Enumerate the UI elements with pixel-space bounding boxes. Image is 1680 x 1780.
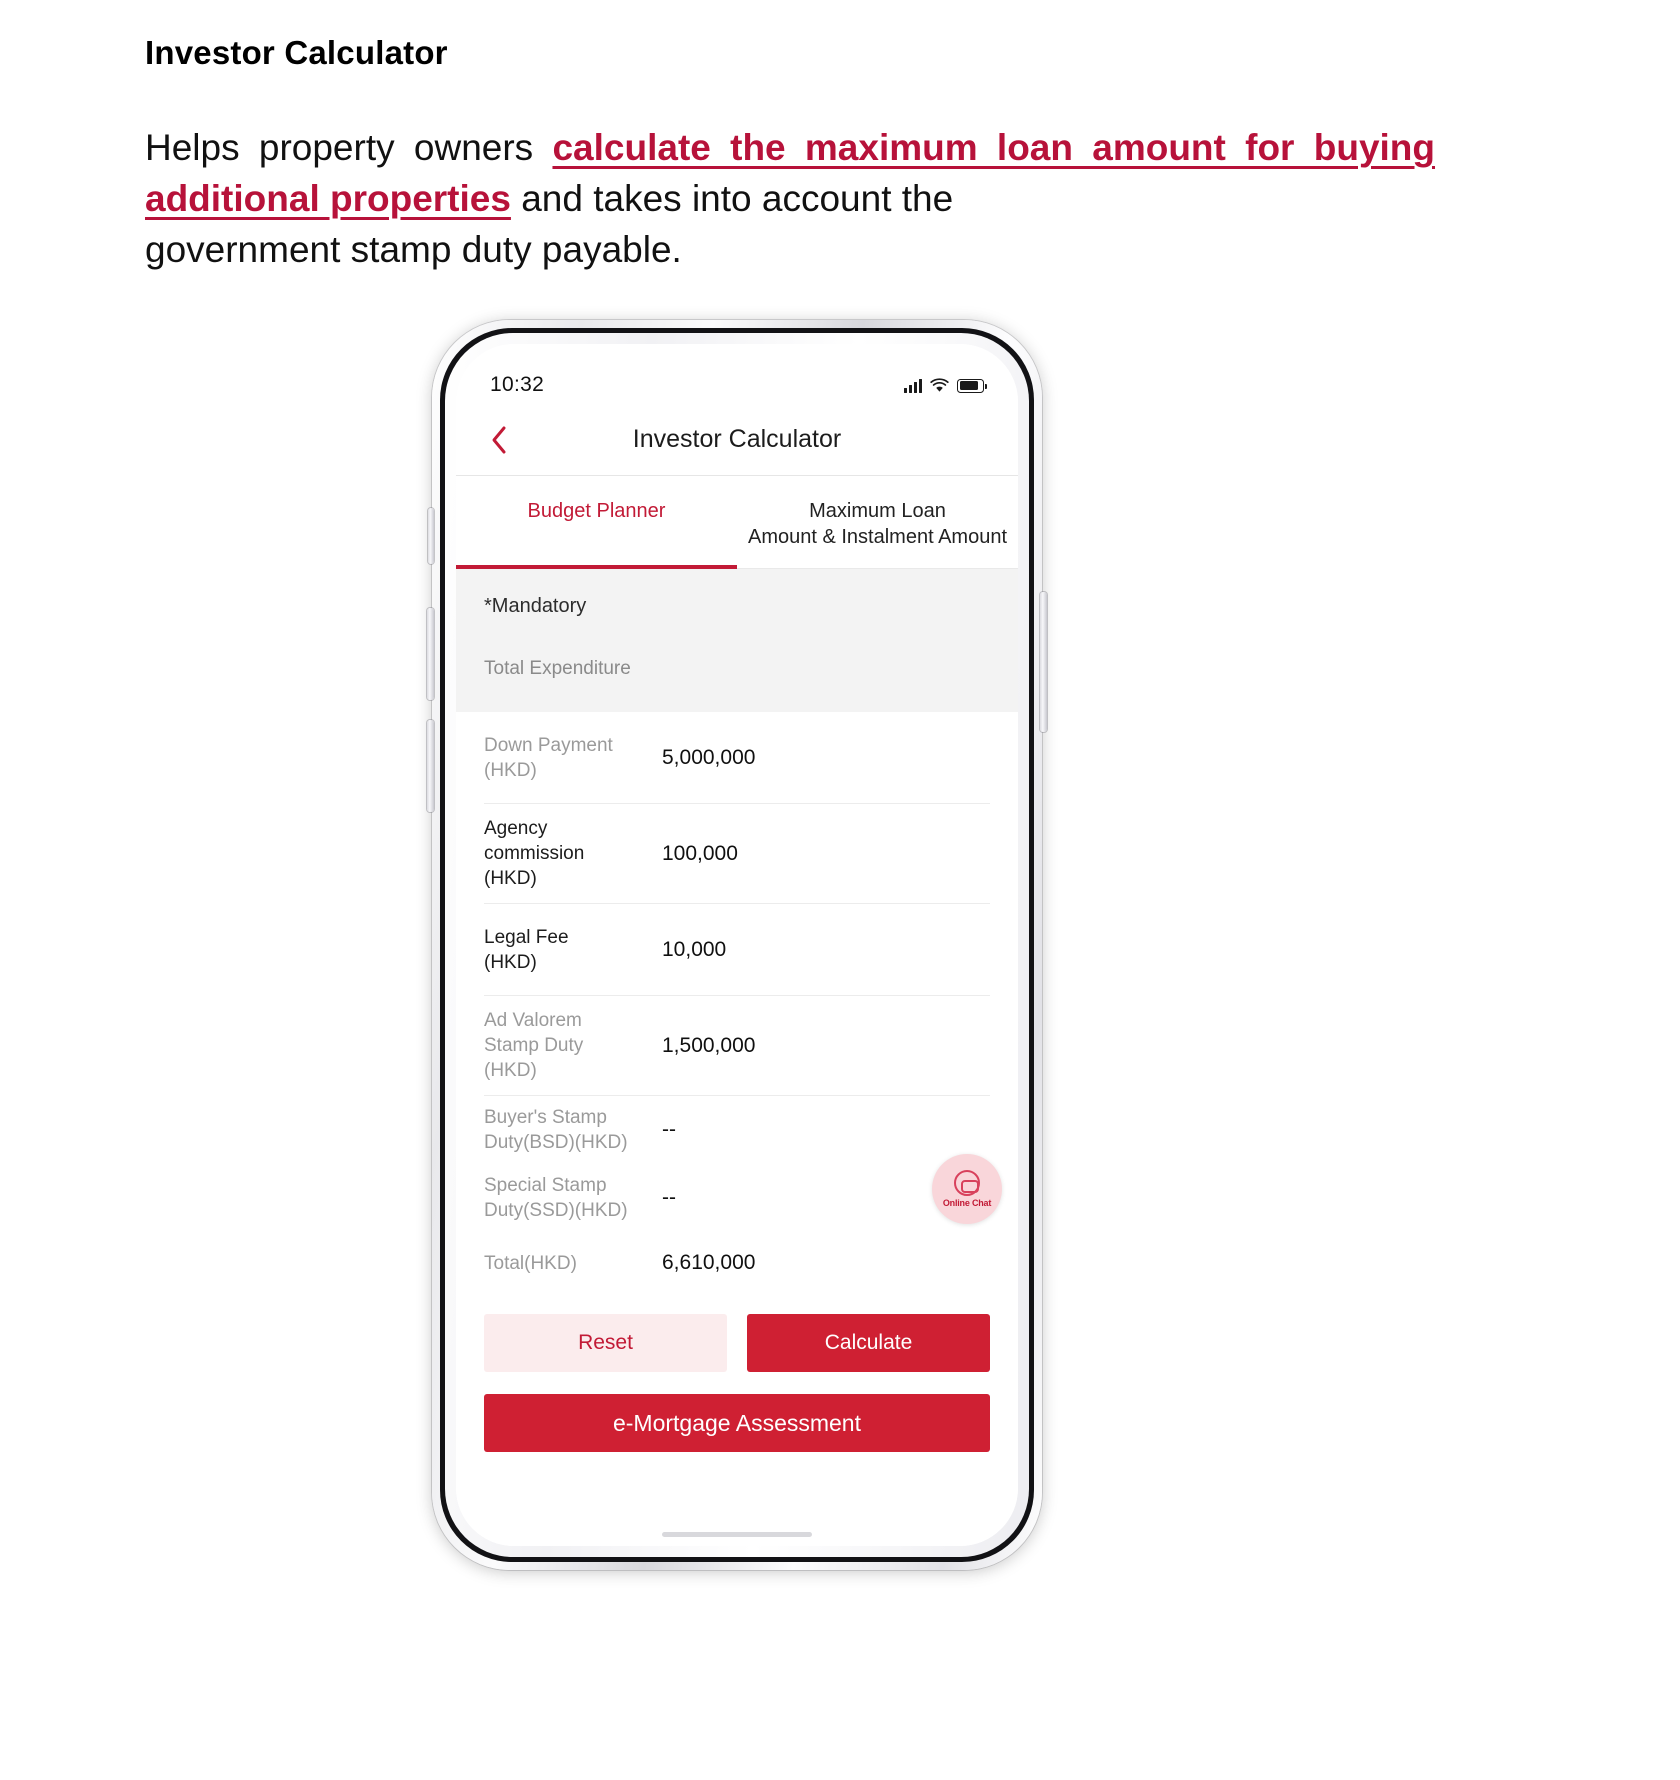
field-label-line2: Duty(BSD)(HKD) [484, 1132, 628, 1153]
field-label-line1: Buyer's Stamp [484, 1107, 607, 1128]
field-value-down-payment[interactable]: 5,000,000 [652, 746, 990, 770]
field-label-line1: Legal Fee [484, 926, 569, 948]
document-header: Investor Calculator Helps property owner… [145, 34, 1445, 275]
phone-mute-switch[interactable] [428, 508, 434, 564]
field-value-agency-commission[interactable]: 100,000 [652, 842, 990, 866]
field-list: Down Payment (HKD) 5,000,000 Agency comm… [456, 712, 1018, 1294]
back-button[interactable] [482, 423, 516, 457]
paragraph-tail: and takes into account the [521, 178, 954, 219]
field-label-line1: Agency [484, 818, 548, 839]
reset-button[interactable]: Reset [484, 1314, 727, 1372]
paragraph-lead: Helps property owners [145, 127, 534, 168]
tab-maximum-loan-line2: Amount & Instalment Amount [747, 526, 1008, 548]
online-chat-label: Online Chat [942, 1198, 992, 1208]
battery-icon [957, 378, 987, 393]
field-label-line1: Special Stamp [484, 1175, 607, 1196]
field-label-line2: Duty(SSD)(HKD) [484, 1200, 628, 1221]
field-label-line2: commission [484, 843, 585, 864]
calculate-button[interactable]: Calculate [747, 1314, 990, 1372]
mandatory-panel: *Mandatory Total Expenditure [456, 569, 1018, 712]
field-label-special-stamp-duty: Special Stamp Duty(SSD)(HKD) [484, 1173, 652, 1223]
status-bar: 10:32 [456, 344, 1018, 404]
home-indicator [662, 1532, 812, 1537]
field-label-line3: (HKD) [484, 1060, 537, 1081]
field-label-line2: (HKD) [484, 759, 537, 781]
wifi-icon [930, 377, 949, 393]
phone-power-button[interactable] [1040, 592, 1047, 732]
field-label-legal-fee: Legal Fee (HKD) [484, 925, 652, 975]
field-label-agency-commission: Agency commission (HKD) [484, 816, 652, 891]
field-label-down-payment: Down Payment (HKD) [484, 733, 652, 783]
field-label-buyers-stamp-duty: Buyer's Stamp Duty(BSD)(HKD) [484, 1105, 652, 1155]
page-title: Investor Calculator [145, 34, 448, 71]
page-root: Investor Calculator Helps property owner… [0, 0, 1680, 1780]
tab-budget-planner-label: Budget Planner [527, 500, 666, 522]
chat-bubble-icon [954, 1170, 980, 1196]
navbar-title: Investor Calculator [632, 425, 842, 453]
tab-maximum-loan-amount[interactable]: Maximum Loan Amount & Instalment Amount [737, 476, 1018, 568]
field-row-buyers-stamp-duty: Buyer's Stamp Duty(BSD)(HKD) -- [484, 1096, 990, 1164]
field-value-legal-fee[interactable]: 10,000 [652, 938, 990, 962]
field-label-line1: Down Payment [484, 734, 613, 756]
online-chat-button[interactable]: Online Chat [932, 1154, 1002, 1224]
field-row-agency-commission[interactable]: Agency commission (HKD) 100,000 [484, 804, 990, 904]
description-paragraph: Helps property owners calculate the maxi… [145, 122, 1435, 275]
chevron-left-icon [492, 426, 506, 453]
field-row-ad-valorem-stamp-duty: Ad Valorem Stamp Duty (HKD) 1,500,000 [484, 996, 990, 1096]
field-label-line3: (HKD) [484, 868, 537, 889]
phone-mockup: 10:32 Investor Calculator Budget Planner… [427, 320, 1047, 1570]
app-navbar: Investor Calculator [456, 404, 1018, 476]
paragraph-last-line: government stamp duty payable. [145, 229, 682, 270]
field-label-total: Total(HKD) [484, 1252, 577, 1274]
field-row-legal-fee[interactable]: Legal Fee (HKD) 10,000 [484, 904, 990, 996]
status-clock: 10:32 [490, 373, 545, 396]
field-label-line2: (HKD) [484, 951, 537, 973]
tab-budget-planner[interactable]: Budget Planner [456, 476, 737, 569]
field-label-line2: Stamp Duty [484, 1035, 584, 1056]
app-viewport: 10:32 Investor Calculator Budget Planner… [456, 344, 1018, 1546]
field-row-total: Total(HKD) 6,610,000 [484, 1232, 990, 1294]
tab-maximum-loan-line1: Maximum Loan [809, 500, 946, 522]
field-value-ad-valorem-stamp-duty: 1,500,000 [662, 1033, 756, 1057]
field-label-ad-valorem-stamp-duty: Ad Valorem Stamp Duty (HKD) [484, 1008, 652, 1083]
e-mortgage-assessment-button[interactable]: e-Mortgage Assessment [484, 1394, 990, 1452]
action-area: Reset Calculate e-Mortgage Assessment [456, 1294, 1018, 1452]
primary-button-row: Reset Calculate [484, 1314, 990, 1372]
phone-volume-up-button[interactable] [427, 608, 434, 700]
field-row-down-payment[interactable]: Down Payment (HKD) 5,000,000 [484, 712, 990, 804]
field-value-total: 6,610,000 [662, 1251, 756, 1274]
field-value-buyers-stamp-duty: -- [662, 1118, 676, 1141]
tab-bar: Budget Planner Maximum Loan Amount & Ins… [456, 476, 1018, 569]
group-heading-total-expenditure: Total Expenditure [484, 658, 631, 679]
phone-volume-down-button[interactable] [427, 720, 434, 812]
field-label-line1: Ad Valorem [484, 1010, 582, 1031]
status-icon-group [904, 377, 987, 393]
cellular-signal-icon [904, 378, 922, 393]
field-row-special-stamp-duty: Special Stamp Duty(SSD)(HKD) -- [484, 1164, 990, 1232]
phone-screen: 10:32 Investor Calculator Budget Planner… [456, 344, 1018, 1546]
mandatory-note: *Mandatory [484, 595, 587, 617]
